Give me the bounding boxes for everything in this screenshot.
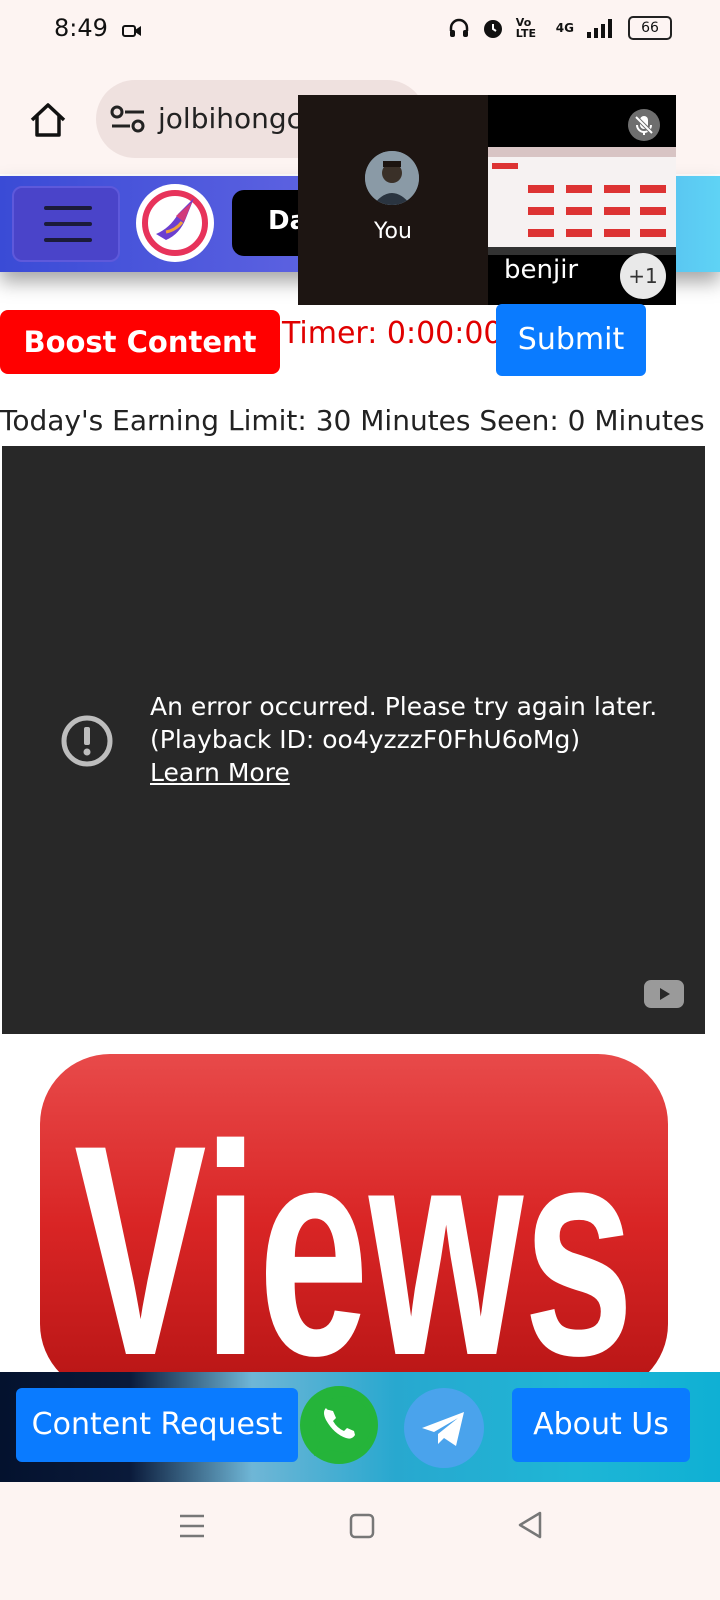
site-settings-icon[interactable] [110, 104, 146, 134]
video-camera-icon [122, 25, 141, 37]
battery-level: 66 [641, 20, 659, 36]
video-call-overlay[interactable]: You benjir +1 [298, 95, 676, 305]
error-line-1: An error occurred. Please try again late… [150, 692, 658, 721]
signal-bars-icon [587, 19, 612, 38]
self-tile[interactable]: You [298, 95, 488, 305]
avatar [365, 151, 419, 205]
about-us-button[interactable]: About Us [512, 1388, 690, 1462]
home-nav-icon[interactable] [348, 1512, 376, 1540]
hamburger-menu-button[interactable] [12, 186, 120, 262]
status-time: 8:49 [54, 14, 108, 42]
site-logo[interactable] [136, 184, 214, 262]
status-bar: 8:49 Vo LTE 4G 66 [0, 0, 720, 64]
earning-limit-text: Today's Earning Limit: 30 Minutes Seen: … [0, 404, 705, 437]
url-text: jolbihongc [158, 102, 303, 135]
status-icons: Vo LTE 4G 66 [448, 16, 672, 40]
video-player[interactable]: An error occurred. Please try again late… [2, 446, 705, 1034]
headphones-icon [449, 18, 469, 37]
menu-nav-icon[interactable] [178, 1512, 206, 1540]
error-line-2: (Playback ID: oo4yzzzF0FhU6oMg) [150, 725, 581, 754]
extra-participants-badge[interactable]: +1 [620, 253, 666, 299]
mic-off-icon[interactable] [628, 109, 660, 141]
participant-name: benjir [504, 255, 579, 285]
submit-button[interactable]: Submit [496, 304, 646, 376]
home-icon[interactable] [26, 98, 70, 142]
whatsapp-icon[interactable] [300, 1386, 378, 1464]
alarm-icon [483, 20, 502, 38]
telegram-icon[interactable] [404, 1388, 484, 1468]
views-banner-image: Views [40, 1054, 668, 1418]
youtube-icon[interactable] [644, 980, 684, 1008]
content-request-button[interactable]: Content Request [16, 1388, 298, 1462]
error-message: An error occurred. Please try again late… [150, 690, 657, 789]
back-nav-icon[interactable] [516, 1510, 544, 1540]
self-label: You [374, 219, 412, 244]
learn-more-link[interactable]: Learn More [150, 756, 657, 789]
boost-content-button[interactable]: Boost Content [0, 310, 280, 374]
system-nav-bar [0, 1482, 720, 1600]
error-icon [61, 715, 113, 767]
signal-4g-icon: 4G [555, 21, 574, 35]
shared-screen-preview [488, 147, 676, 255]
battery-icon: 66 [628, 16, 672, 40]
volte-icon: Vo LTE [515, 16, 537, 40]
views-text: Views [74, 1082, 634, 1384]
timer-text: Timer: 0:00:00 [282, 316, 503, 351]
